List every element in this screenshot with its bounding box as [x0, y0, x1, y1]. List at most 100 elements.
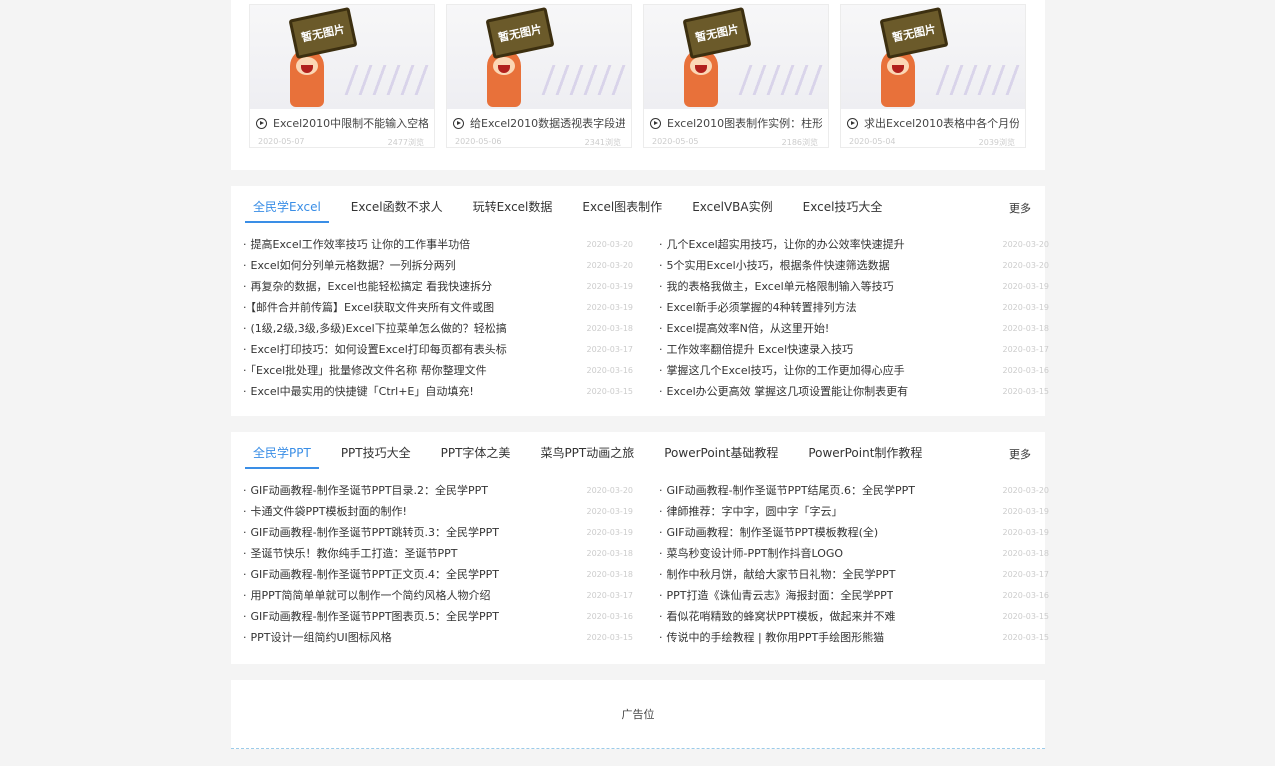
article-title[interactable]: 几个Excel超实用技巧，让你的办公效率快速提升: [659, 234, 905, 255]
list-item[interactable]: Excel办公更高效 掌握这几项设置能让你制表更有 2020-03-15: [659, 381, 1050, 402]
article-title[interactable]: Excel如何分列单元格数据？一列拆分两列: [243, 255, 456, 276]
excel-tab[interactable]: 玩转Excel数据: [465, 198, 561, 221]
list-item[interactable]: 用PPT简简单单就可以制作一个简约风格人物介绍 2020-03-17: [243, 585, 634, 606]
article-title[interactable]: GIF动画教程-制作圣诞节PPT正文页.4：全民学PPT: [243, 564, 500, 585]
list-item[interactable]: 我的表格我做主，Excel单元格限制输入等技巧 2020-03-19: [659, 276, 1050, 297]
article-title[interactable]: GIF动画教程：制作圣诞节PPT模板教程(全): [659, 522, 879, 543]
list-item[interactable]: Excel提高效率N倍，从这里开始! 2020-03-18: [659, 318, 1050, 339]
ppt-tab[interactable]: PowerPoint基础教程: [656, 444, 786, 467]
article-date: 2020-03-19: [1002, 528, 1050, 537]
article-title[interactable]: PPT设计一组简约UI图标风格: [243, 627, 392, 648]
article-title[interactable]: 圣诞节快乐！教你纯手工打造：圣诞节PPT: [243, 543, 458, 564]
list-item[interactable]: Excel打印技巧：如何设置Excel打印每页都有表头标 2020-03-17: [243, 339, 634, 360]
list-item[interactable]: 看似花哨精致的蜂窝状PPT模板，做起来并不难 2020-03-15: [659, 606, 1050, 627]
article-title[interactable]: 菜鸟秒变设计师-PPT制作抖音LOGO: [659, 543, 844, 564]
article-title[interactable]: 看似花哨精致的蜂窝状PPT模板，做起来并不难: [659, 606, 896, 627]
list-item[interactable]: 几个Excel超实用技巧，让你的办公效率快速提升 2020-03-20: [659, 234, 1050, 255]
list-item[interactable]: 工作效率翻倍提升 Excel快速录入技巧 2020-03-17: [659, 339, 1050, 360]
excel-tab[interactable]: 全民学Excel: [245, 198, 329, 223]
article-title[interactable]: 5个实用Excel小技巧，根据条件快速筛选数据: [659, 255, 890, 276]
ppt-tab[interactable]: PPT字体之美: [433, 444, 519, 467]
card-title-row[interactable]: Excel2010中限制不能输入空格...: [256, 115, 428, 131]
article-date: 2020-03-18: [586, 324, 634, 333]
article-title[interactable]: 我的表格我做主，Excel单元格限制输入等技巧: [659, 276, 894, 297]
list-item[interactable]: 律師推荐：字中字，圆中字「字云」 2020-03-19: [659, 501, 1050, 522]
article-title[interactable]: GIF动画教程-制作圣诞节PPT跳转页.3：全民学PPT: [243, 522, 500, 543]
article-title[interactable]: 制作中秋月饼，献给大家节日礼物：全民学PPT: [659, 564, 896, 585]
card-title-row[interactable]: 求出Excel2010表格中各个月份...: [847, 115, 1019, 131]
list-item[interactable]: PPT打造《诛仙青云志》海报封面：全民学PPT 2020-03-16: [659, 585, 1050, 606]
article-title[interactable]: Excel提高效率N倍，从这里开始!: [659, 318, 830, 339]
article-title[interactable]: (1级,2级,3级,多级)Excel下拉菜单怎么做的？轻松搞: [243, 318, 507, 339]
card-thumbnail[interactable]: 暂无图片: [250, 5, 434, 109]
ppt-tab[interactable]: PowerPoint制作教程: [800, 444, 930, 467]
excel-tab[interactable]: Excel技巧大全: [795, 198, 891, 221]
article-title[interactable]: 「Excel批处理」批量修改文件名称 帮你整理文件: [243, 360, 487, 381]
list-item[interactable]: GIF动画教程-制作圣诞节PPT跳转页.3：全民学PPT 2020-03-19: [243, 522, 634, 543]
ad-slot[interactable]: 广告位: [231, 680, 1045, 749]
list-item[interactable]: GIF动画教程-制作圣诞节PPT图表页.5：全民学PPT 2020-03-16: [243, 606, 634, 627]
list-item[interactable]: 「Excel批处理」批量修改文件名称 帮你整理文件 2020-03-16: [243, 360, 634, 381]
list-item[interactable]: 【邮件合并前传篇】Excel获取文件夹所有文件或图 2020-03-19: [243, 297, 634, 318]
excel-tab[interactable]: Excel图表制作: [574, 198, 670, 221]
ad-label: 广告位: [621, 708, 655, 721]
list-item[interactable]: 再复杂的数据，Excel也能轻松搞定 看我快速拆分 2020-03-19: [243, 276, 634, 297]
article-title[interactable]: 卡通文件袋PPT模板封面的制作!: [243, 501, 407, 522]
article-title[interactable]: PPT打造《诛仙青云志》海报封面：全民学PPT: [659, 585, 894, 606]
article-title[interactable]: GIF动画教程-制作圣诞节PPT图表页.5：全民学PPT: [243, 606, 500, 627]
card-thumbnail[interactable]: 暂无图片: [841, 5, 1025, 109]
list-item[interactable]: GIF动画教程-制作圣诞节PPT正文页.4：全民学PPT 2020-03-18: [243, 564, 634, 585]
article-card[interactable]: 暂无图片 给Excel2010数据透视表字段进... 2020-05-06 23…: [446, 4, 632, 148]
article-card[interactable]: 暂无图片 求出Excel2010表格中各个月份... 2020-05-04 20…: [840, 4, 1026, 148]
article-card[interactable]: 暂无图片 Excel2010图表制作实例：柱形... 2020-05-05 21…: [643, 4, 829, 148]
ppt-tab[interactable]: PPT技巧大全: [333, 444, 419, 467]
article-title[interactable]: 再复杂的数据，Excel也能轻松搞定 看我快速拆分: [243, 276, 493, 297]
article-title[interactable]: 工作效率翻倍提升 Excel快速录入技巧: [659, 339, 854, 360]
list-item[interactable]: 提高Excel工作效率技巧 让你的工作事半功倍 2020-03-20: [243, 234, 634, 255]
list-item[interactable]: (1级,2级,3级,多级)Excel下拉菜单怎么做的？轻松搞 2020-03-1…: [243, 318, 634, 339]
list-item[interactable]: 菜鸟秒变设计师-PPT制作抖音LOGO 2020-03-18: [659, 543, 1050, 564]
list-item[interactable]: 5个实用Excel小技巧，根据条件快速筛选数据 2020-03-20: [659, 255, 1050, 276]
card-thumbnail[interactable]: 暂无图片: [447, 5, 631, 109]
article-title[interactable]: 掌握这几个Excel技巧，让你的工作更加得心应手: [659, 360, 905, 381]
list-item[interactable]: PPT设计一组简约UI图标风格 2020-03-15: [243, 627, 634, 648]
list-item[interactable]: GIF动画教程-制作圣诞节PPT目录.2：全民学PPT 2020-03-20: [243, 480, 634, 501]
article-title[interactable]: GIF动画教程-制作圣诞节PPT目录.2：全民学PPT: [243, 480, 489, 501]
ppt-tab[interactable]: 全民学PPT: [245, 444, 319, 469]
list-item[interactable]: 掌握这几个Excel技巧，让你的工作更加得心应手 2020-03-16: [659, 360, 1050, 381]
ppt-tab[interactable]: 菜鸟PPT动画之旅: [532, 444, 642, 467]
article-title[interactable]: 用PPT简简单单就可以制作一个简约风格人物介绍: [243, 585, 491, 606]
card-meta: 2020-05-07 2477浏览: [258, 137, 424, 149]
list-item[interactable]: GIF动画教程-制作圣诞节PPT结尾页.6：全民学PPT 2020-03-20: [659, 480, 1050, 501]
article-title[interactable]: Excel办公更高效 掌握这几项设置能让你制表更有: [659, 381, 909, 402]
list-item[interactable]: Excel中最实用的快捷键「Ctrl+E」自动填充! 2020-03-15: [243, 381, 634, 402]
list-item[interactable]: 传说中的手绘教程 | 教你用PPT手绘图形熊猫 2020-03-15: [659, 627, 1050, 648]
list-item[interactable]: 卡通文件袋PPT模板封面的制作! 2020-03-19: [243, 501, 634, 522]
article-date: 2020-03-18: [1002, 549, 1050, 558]
article-title[interactable]: Excel中最实用的快捷键「Ctrl+E」自动填充!: [243, 381, 474, 402]
card-thumbnail[interactable]: 暂无图片: [644, 5, 828, 109]
excel-tab[interactable]: Excel函数不求人: [343, 198, 451, 221]
list-item[interactable]: Excel新手必须掌握的4种转置排列方法 2020-03-19: [659, 297, 1050, 318]
article-title[interactable]: Excel打印技巧：如何设置Excel打印每页都有表头标: [243, 339, 507, 360]
list-item[interactable]: 制作中秋月饼，献给大家节日礼物：全民学PPT 2020-03-17: [659, 564, 1050, 585]
article-title[interactable]: 传说中的手绘教程 | 教你用PPT手绘图形熊猫: [659, 627, 885, 648]
article-title[interactable]: 【邮件合并前传篇】Excel获取文件夹所有文件或图: [243, 297, 495, 318]
excel-articles-panel: 全民学Excel Excel函数不求人 玩转Excel数据 Excel图表制作 Exce…: [231, 186, 1049, 416]
excel-more-link[interactable]: 更多: [1009, 200, 1031, 216]
list-item[interactable]: 圣诞节快乐！教你纯手工打造：圣诞节PPT 2020-03-18: [243, 543, 634, 564]
card-title-row[interactable]: 给Excel2010数据透视表字段进...: [453, 115, 625, 131]
article-title[interactable]: 提高Excel工作效率技巧 让你的工作事半功倍: [243, 234, 471, 255]
article-card[interactable]: 暂无图片 Excel2010中限制不能输入空格... 2020-05-07 24…: [249, 4, 435, 148]
ppt-more-link[interactable]: 更多: [1009, 446, 1031, 462]
list-item[interactable]: Excel如何分列单元格数据？一列拆分两列 2020-03-20: [243, 255, 634, 276]
article-title[interactable]: Excel新手必须掌握的4种转置排列方法: [659, 297, 857, 318]
article-title[interactable]: 律師推荐：字中字，圆中字「字云」: [659, 501, 843, 522]
article-title[interactable]: GIF动画教程-制作圣诞节PPT结尾页.6：全民学PPT: [659, 480, 916, 501]
article-date: 2020-03-16: [586, 366, 634, 375]
article-date: 2020-03-15: [1002, 612, 1050, 621]
card-title-row[interactable]: Excel2010图表制作实例：柱形...: [650, 115, 822, 131]
excel-tab[interactable]: ExcelVBA实例: [684, 198, 780, 221]
excel-list-right: 几个Excel超实用技巧，让你的办公效率快速提升 2020-03-205个实用E…: [659, 234, 1050, 402]
list-item[interactable]: GIF动画教程：制作圣诞节PPT模板教程(全) 2020-03-19: [659, 522, 1050, 543]
